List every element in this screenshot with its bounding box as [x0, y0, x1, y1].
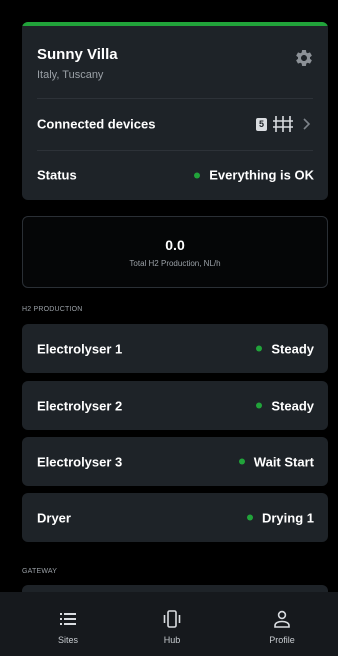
device-name: Dryer — [37, 510, 71, 525]
device-name: Electrolyser 2 — [37, 398, 123, 413]
device-name: Electrolyser 3 — [37, 454, 123, 469]
divider — [37, 98, 313, 99]
nav-hub[interactable]: Hub — [122, 592, 222, 656]
device-count-badge: 5 — [256, 118, 267, 131]
production-value: 0.0 — [165, 237, 185, 253]
site-name: Sunny Villa — [37, 46, 118, 63]
status-row: Status Everything is OK — [22, 152, 328, 198]
divider — [37, 150, 313, 151]
connected-devices-row[interactable]: Connected devices 5 — [22, 100, 328, 148]
device-card-electrolyser-1[interactable]: Electrolyser 1 Steady — [22, 324, 328, 373]
section-gateway: GATEWAY — [22, 568, 58, 575]
status-text: Everything is OK — [209, 167, 314, 183]
state-dot-icon — [256, 345, 263, 352]
chevron-right-icon — [303, 118, 311, 130]
status-dot-icon — [194, 172, 201, 178]
app-screen: Sunny Villa Italy, Tuscany Connected dev… — [0, 0, 338, 656]
device-state-text: Steady — [271, 341, 314, 356]
status-value: Everything is OK — [194, 168, 314, 183]
device-state: Steady — [256, 341, 314, 356]
production-label: Total H2 Production, NL/h — [129, 259, 221, 268]
state-dot-icon — [238, 458, 245, 465]
devices-icon — [273, 116, 293, 132]
site-location: Italy, Tuscany — [37, 69, 104, 81]
device-state-text: Steady — [271, 398, 314, 413]
nav-sites-label: Sites — [57, 635, 78, 645]
nav-profile-label: Profile — [269, 635, 295, 645]
device-state: Wait Start — [238, 454, 314, 469]
phone-vibrate-icon — [163, 610, 181, 628]
gear-icon[interactable] — [294, 48, 314, 68]
device-state-text: Drying 1 — [261, 510, 314, 525]
status-label: Status — [37, 167, 77, 183]
bottom-nav: Sites Hub Profile — [0, 592, 338, 656]
section-h2-production: H2 PRODUCTION — [22, 306, 83, 313]
state-dot-icon — [246, 514, 253, 521]
nav-sites[interactable]: Sites — [18, 592, 118, 656]
device-name: Electrolyser 1 — [37, 341, 123, 356]
device-card-electrolyser-2[interactable]: Electrolyser 2 Steady — [22, 381, 328, 430]
device-state-text: Wait Start — [253, 454, 314, 469]
nav-hub-label: Hub — [163, 635, 181, 645]
list-icon — [60, 613, 76, 625]
device-state: Drying 1 — [246, 510, 314, 525]
connected-devices-label: Connected devices — [37, 116, 156, 132]
site-card: Sunny Villa Italy, Tuscany Connected dev… — [22, 22, 328, 200]
person-icon — [274, 610, 290, 628]
production-summary: 0.0 Total H2 Production, NL/h — [22, 216, 328, 288]
state-dot-icon — [256, 402, 263, 409]
nav-profile[interactable]: Profile — [232, 592, 332, 656]
site-accent-bar — [22, 22, 328, 26]
device-card-dryer[interactable]: Dryer Drying 1 — [22, 493, 328, 542]
device-card-electrolyser-3[interactable]: Electrolyser 3 Wait Start — [22, 437, 328, 486]
device-state: Steady — [256, 398, 314, 413]
